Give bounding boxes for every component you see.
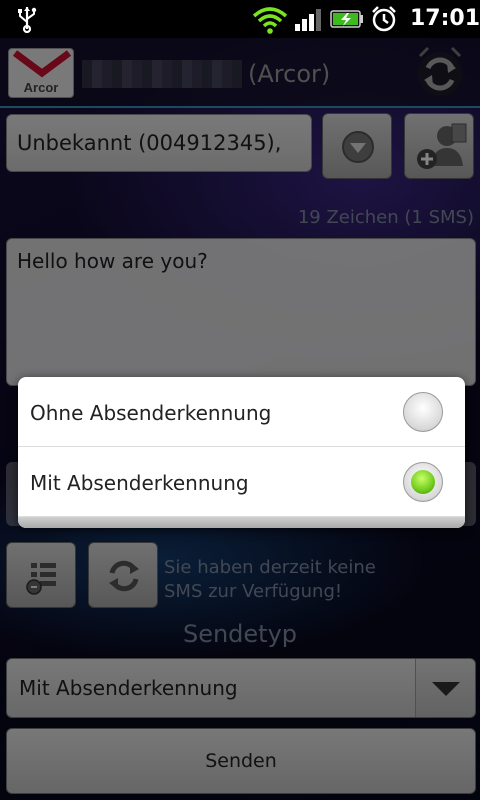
send-type-dialog: Ohne Absenderkennung Mit Absenderkennung (18, 377, 465, 528)
radio-selected-dot (411, 470, 435, 494)
status-bar: 17:01 (0, 0, 480, 38)
option-ohne-absenderkennung[interactable]: Ohne Absenderkennung (18, 377, 465, 447)
dialog-footer (18, 517, 465, 528)
wifi-icon (252, 7, 288, 34)
option-label: Mit Absenderkennung (30, 471, 249, 495)
radio-checked-icon[interactable] (403, 462, 443, 502)
option-mit-absenderkennung[interactable]: Mit Absenderkennung (18, 447, 465, 517)
usb-icon (18, 7, 37, 33)
signal-icon (295, 9, 321, 31)
status-clock: 17:01 (410, 6, 480, 31)
battery-charging-icon (330, 10, 363, 28)
alarm-icon (372, 6, 396, 32)
option-label: Ohne Absenderkennung (30, 401, 272, 425)
radio-unchecked-icon[interactable] (403, 392, 443, 432)
